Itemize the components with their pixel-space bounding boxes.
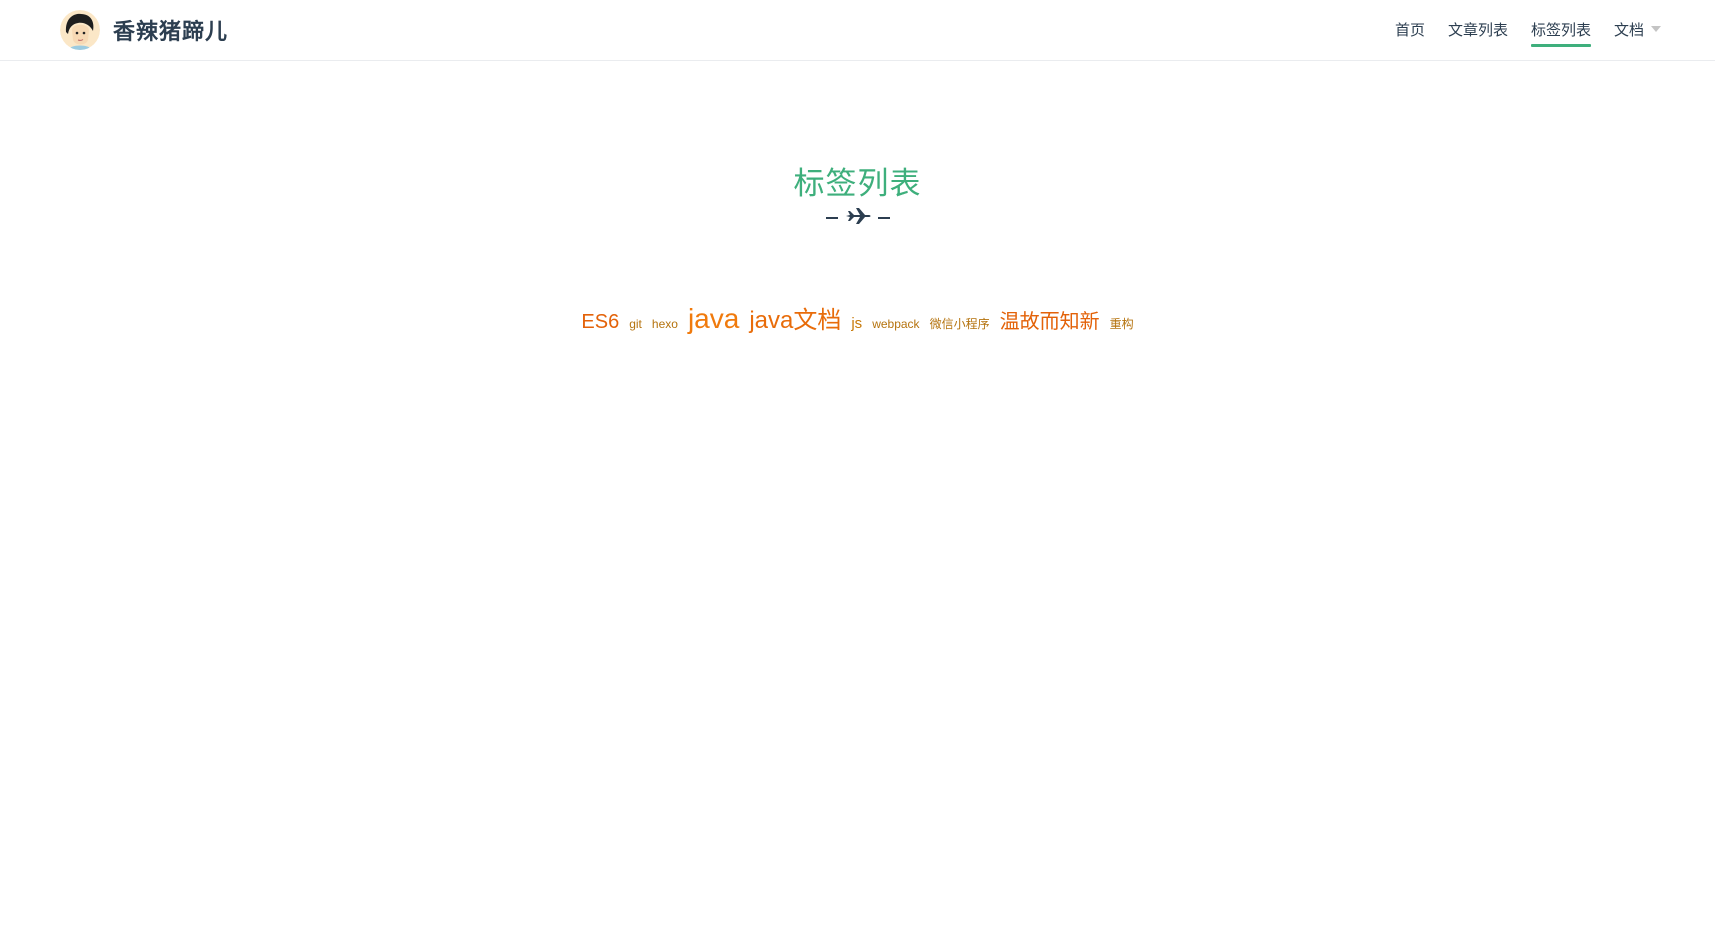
nav-item-tags[interactable]: 标签列表	[1530, 19, 1591, 47]
tag-link[interactable]: hexo	[652, 317, 678, 331]
tag-link[interactable]: 重构	[1110, 315, 1134, 332]
tag-link[interactable]: webpack	[872, 317, 919, 331]
tag-cloud: ES6 git hexo java java文档 js webpack 微信小程序 温故而知新重…	[0, 300, 1715, 350]
avatar	[60, 10, 100, 50]
tag-link[interactable]: js	[851, 315, 862, 332]
site-title: 香辣猪蹄儿	[113, 20, 229, 45]
nav-item-docs-label: 文档	[1613, 20, 1644, 39]
chevron-down-icon	[1651, 26, 1661, 32]
navbar: 香辣猪蹄儿 首页 文章列表 标签列表 文档	[0, 0, 1715, 61]
tag-link[interactable]: 温故而知新	[1000, 305, 1100, 334]
tag-link[interactable]: java文档	[749, 300, 841, 335]
tag-link[interactable]: git	[629, 317, 642, 331]
airplane-icon	[845, 208, 871, 228]
divider-dash-left	[825, 217, 838, 219]
nav-item-home[interactable]: 首页	[1395, 19, 1425, 42]
tag-link[interactable]: 微信小程序	[930, 315, 990, 332]
page-title: 标签列表	[793, 166, 922, 202]
tag-link[interactable]: ES6	[581, 311, 619, 334]
home-link[interactable]: 香辣猪蹄儿	[60, 10, 228, 50]
title-divider	[0, 208, 1715, 228]
divider-dash-right	[877, 217, 890, 219]
nav-item-docs[interactable]: 文档	[1614, 19, 1661, 42]
tag-link[interactable]: java	[688, 303, 739, 335]
nav-item-articles[interactable]: 文章列表	[1448, 19, 1508, 42]
nav-links: 首页 文章列表 标签列表 文档	[1372, 0, 1661, 60]
